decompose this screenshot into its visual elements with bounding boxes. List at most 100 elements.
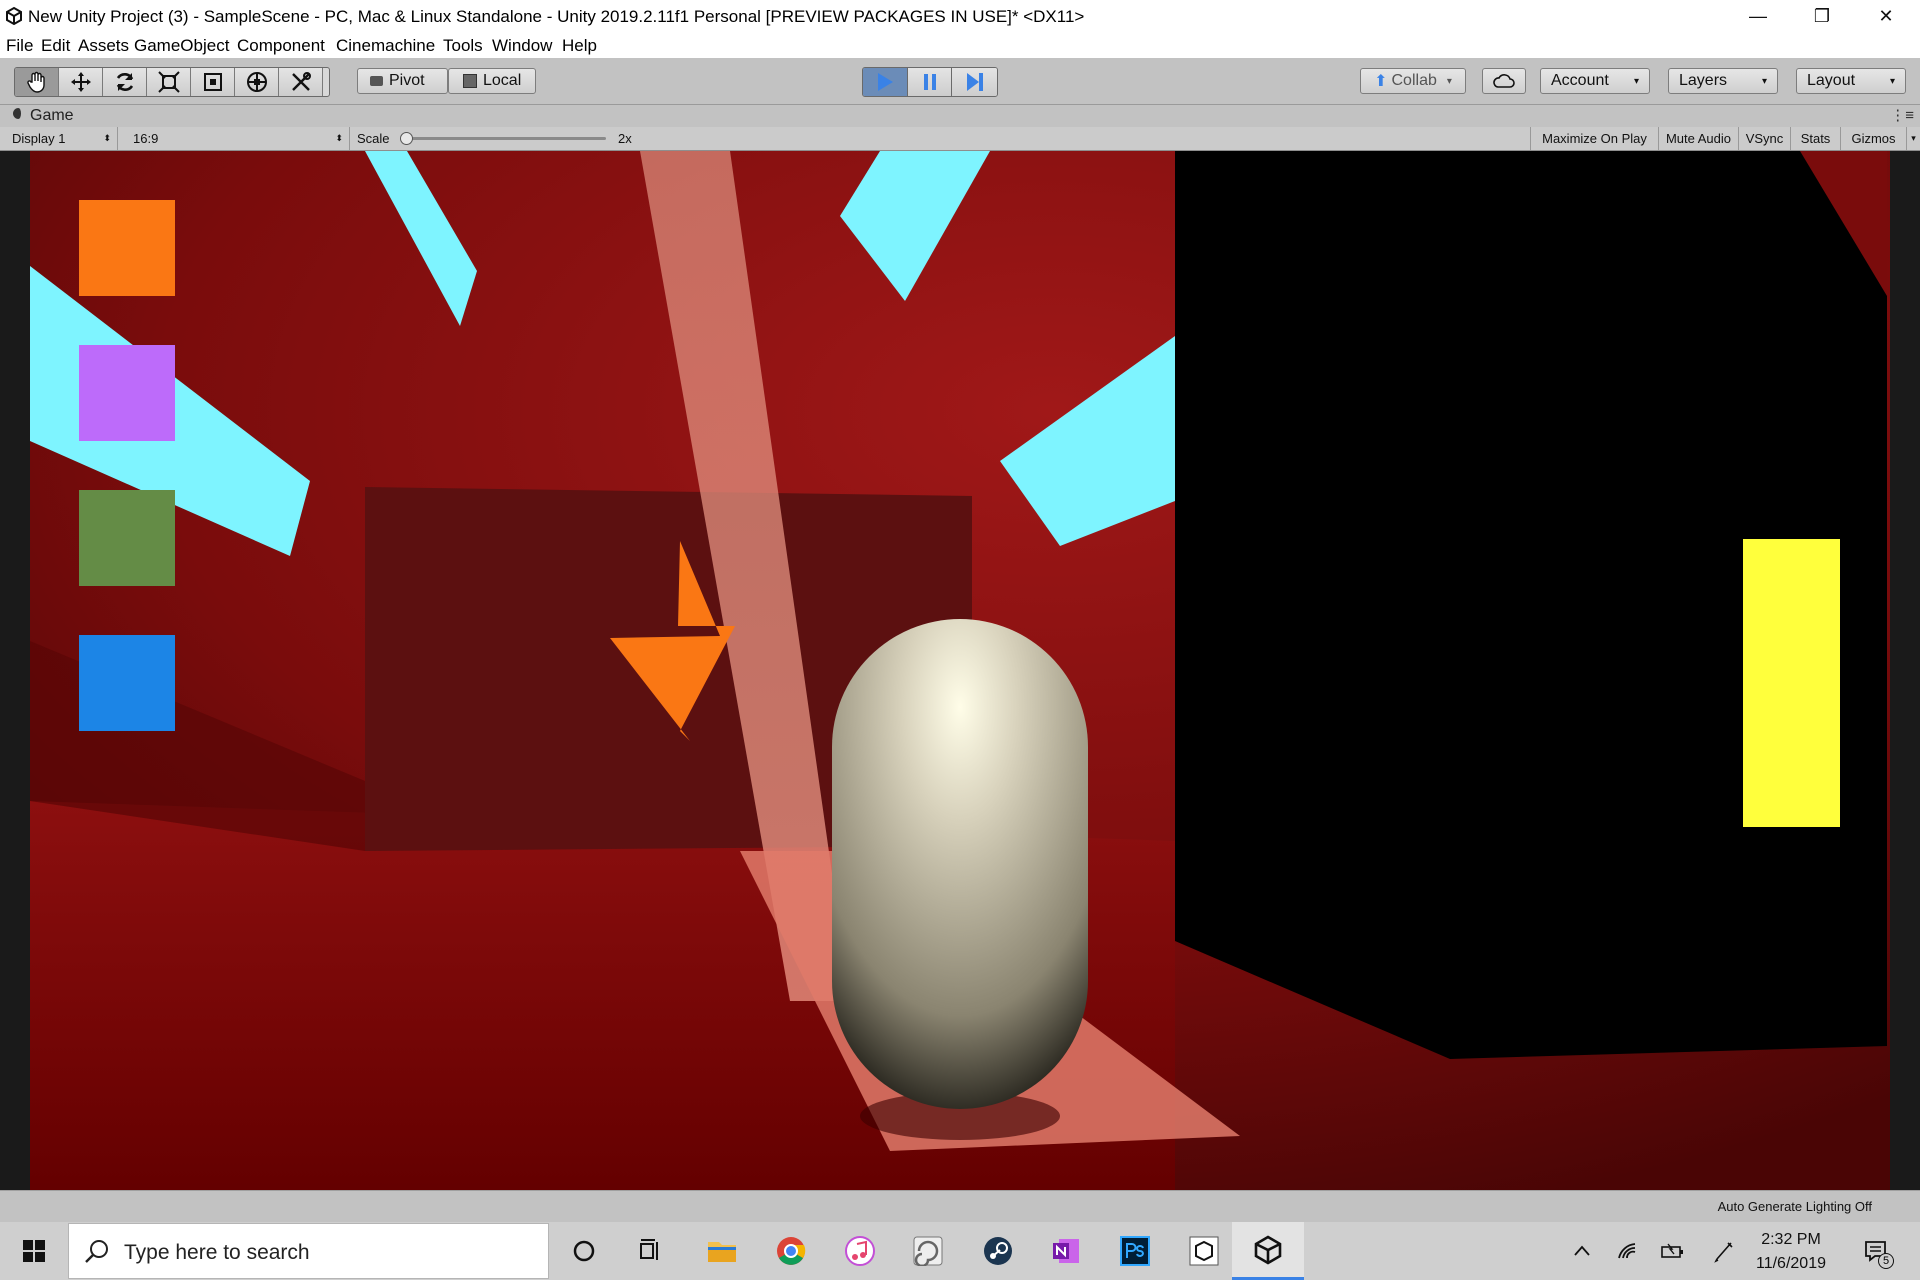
battery-icon — [1661, 1243, 1683, 1258]
play-icon — [877, 73, 893, 91]
photoshop-app[interactable] — [1115, 1231, 1155, 1271]
steam-app[interactable] — [978, 1231, 1018, 1271]
hand-icon — [26, 71, 45, 93]
menu-cinemachine[interactable]: Cinemachine — [336, 36, 435, 56]
menu-bar: File Edit Assets GameObject Component Ci… — [0, 32, 1920, 58]
menu-window[interactable]: Window — [492, 36, 552, 56]
custom-tool-button[interactable] — [279, 68, 323, 96]
game-tab[interactable]: Game ⋮≡ — [0, 105, 1920, 127]
menu-gameobject[interactable]: GameObject — [134, 36, 229, 56]
transform-tool-button[interactable] — [235, 68, 279, 96]
start-button[interactable] — [14, 1231, 54, 1271]
game-view[interactable] — [0, 151, 1920, 1190]
scale-label: Scale — [357, 131, 390, 146]
battery-button[interactable] — [1652, 1231, 1692, 1271]
steam-icon — [984, 1237, 1012, 1265]
game-tab-icon — [13, 108, 24, 119]
gizmos-dropdown-arrow[interactable]: ▾ — [1906, 127, 1920, 150]
onenote-app[interactable] — [1046, 1231, 1086, 1271]
layers-label: Layers — [1679, 72, 1728, 89]
move-tool-button[interactable] — [59, 68, 103, 96]
search-box[interactable]: Type here to search — [68, 1223, 549, 1279]
cortana-circle-icon — [573, 1240, 595, 1262]
minimize-button[interactable]: — — [1726, 0, 1790, 32]
windows-logo-icon — [23, 1240, 45, 1262]
app-swirl[interactable] — [908, 1231, 948, 1271]
unity-editor-app[interactable] — [1232, 1222, 1304, 1280]
pause-button[interactable] — [907, 68, 953, 96]
windows-taskbar: Type here to search 2:32 PM 11/6/2019 5 — [0, 1222, 1920, 1280]
game-view-controls: Display 1 ⬍ 16:9 ⬍ Scale 2x Maximize On … — [0, 127, 1920, 151]
notifications-button[interactable]: 5 — [1856, 1231, 1896, 1271]
chevron-up-icon — [1574, 1245, 1590, 1256]
scale-tool-button[interactable] — [147, 68, 191, 96]
vsync-toggle[interactable]: VSync — [1738, 127, 1790, 150]
step-button[interactable] — [952, 68, 997, 96]
display-dropdown[interactable]: Display 1 ⬍ — [0, 127, 118, 150]
collab-cloud-icon: ⬆ — [1374, 73, 1388, 90]
notification-count-badge: 5 — [1878, 1253, 1894, 1269]
cloud-services-button[interactable] — [1482, 68, 1526, 94]
onenote-icon — [1053, 1239, 1079, 1263]
menu-tools[interactable]: Tools — [443, 36, 483, 56]
maximize-button[interactable]: ❐ — [1790, 0, 1854, 32]
layers-dropdown[interactable]: Layers ▾ — [1668, 68, 1778, 94]
local-cube-icon — [463, 74, 477, 88]
scale-icon — [157, 71, 180, 93]
layout-dropdown[interactable]: Layout ▾ — [1796, 68, 1906, 94]
task-view-button[interactable] — [630, 1231, 670, 1271]
unity-hub-app[interactable] — [1184, 1231, 1224, 1271]
collab-dropdown[interactable]: ⬆ Collab ▾ — [1360, 68, 1466, 94]
cortana-button[interactable] — [564, 1231, 604, 1271]
tab-menu-icon[interactable]: ⋮≡ — [1890, 106, 1914, 124]
pause-icon — [923, 74, 936, 90]
main-toolbar: Pivot Local ⬆ Collab ▾ Account ▾ Layers … — [0, 58, 1920, 105]
photoshop-icon — [1120, 1236, 1150, 1266]
mute-audio-toggle[interactable]: Mute Audio — [1658, 127, 1738, 150]
unity-icon — [1254, 1234, 1282, 1265]
window-title: New Unity Project (3) - SampleScene - PC… — [28, 7, 1085, 26]
swirl-app-icon — [913, 1236, 943, 1266]
combined-transform-icon — [246, 72, 267, 92]
capsule-player — [832, 619, 1088, 1109]
menu-assets[interactable]: Assets — [78, 36, 129, 56]
search-placeholder: Type here to search — [124, 1241, 310, 1264]
account-dropdown[interactable]: Account ▾ — [1540, 68, 1650, 94]
network-button[interactable] — [1608, 1231, 1648, 1271]
slider-thumb[interactable] — [400, 132, 413, 145]
show-hidden-icons-button[interactable] — [1562, 1231, 1602, 1271]
cloud-icon — [1493, 74, 1515, 88]
move-arrows-icon — [70, 72, 91, 92]
chevron-down-icon: ▾ — [1889, 75, 1895, 87]
hand-tool-button[interactable] — [15, 68, 59, 96]
scale-slider[interactable] — [400, 127, 610, 150]
menu-component[interactable]: Component — [237, 36, 325, 56]
status-bar: Auto Generate Lighting Off — [0, 1190, 1920, 1223]
menu-edit[interactable]: Edit — [41, 36, 70, 56]
file-explorer-app[interactable] — [702, 1231, 742, 1271]
pen-icon — [1714, 1242, 1733, 1263]
swatch-green — [79, 490, 175, 586]
local-toggle[interactable]: Local — [448, 68, 536, 94]
task-view-icon — [640, 1239, 658, 1260]
system-clock[interactable]: 2:32 PM 11/6/2019 — [1736, 1228, 1846, 1276]
gizmos-toggle[interactable]: Gizmos — [1840, 127, 1906, 150]
itunes-app[interactable] — [840, 1231, 880, 1271]
aspect-label: 16:9 — [133, 131, 159, 146]
close-button[interactable]: ✕ — [1854, 0, 1918, 32]
chevron-down-icon: ▾ — [1761, 75, 1767, 87]
pivot-toggle[interactable]: Pivot — [357, 68, 448, 94]
stats-toggle[interactable]: Stats — [1790, 127, 1840, 150]
aspect-dropdown[interactable]: 16:9 ⬍ — [118, 127, 350, 150]
play-controls — [862, 67, 998, 97]
chrome-app[interactable] — [771, 1231, 811, 1271]
pivot-label: Pivot — [389, 72, 425, 89]
play-button[interactable] — [863, 68, 908, 96]
maximize-on-play-toggle[interactable]: Maximize On Play — [1530, 127, 1658, 150]
rect-tool-button[interactable] — [191, 68, 235, 96]
menu-help[interactable]: Help — [562, 36, 597, 56]
menu-file[interactable]: File — [6, 36, 33, 56]
rotate-tool-button[interactable] — [103, 68, 147, 96]
lighting-status[interactable]: Auto Generate Lighting Off — [1718, 1199, 1872, 1214]
swatch-blue — [79, 635, 175, 731]
